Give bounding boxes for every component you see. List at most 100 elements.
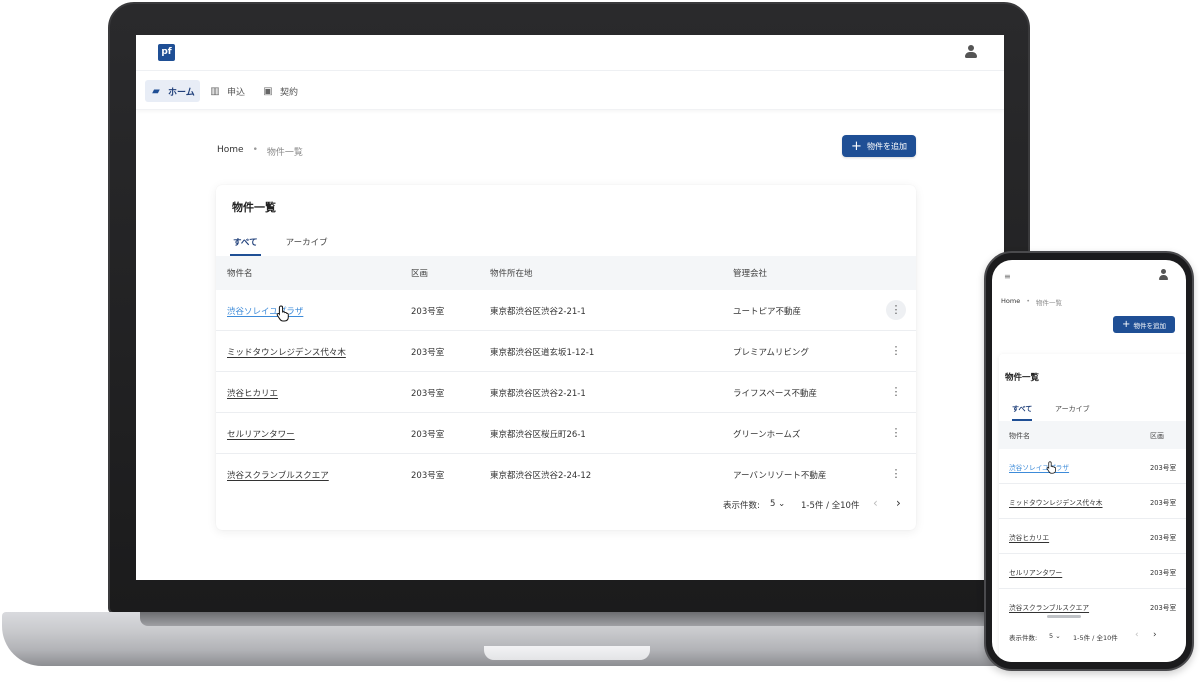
card-title: 物件一覧 — [232, 201, 276, 214]
address-cell: 東京都渋谷区桜丘町26-1 — [490, 430, 586, 440]
tab-all[interactable]: すべて — [230, 236, 261, 256]
plus-icon: + — [851, 138, 862, 154]
table-row[interactable]: ミッドタウンレジデンス代々木 203号室 — [999, 484, 1186, 519]
more-options-icon[interactable]: ⋮ — [886, 300, 906, 320]
address-cell: 東京都渋谷区渋谷2-21-1 — [490, 307, 586, 317]
property-name-link[interactable]: ミッドタウンレジデンス代々木 — [1009, 497, 1103, 507]
unit-cell: 203号室 — [411, 389, 445, 399]
rows-per-page-label: 表示件数: — [723, 501, 760, 511]
company-cell: ユートピア不動産 — [733, 307, 802, 317]
breadcrumb-home[interactable]: Home — [1001, 297, 1020, 307]
property-name-link[interactable]: 渋谷ヒカリエ — [227, 387, 278, 399]
page-range: 1-5件 / 全10件 — [1073, 634, 1118, 642]
menu-icon[interactable]: ≡ — [1004, 272, 1011, 281]
column-header-address[interactable]: 物件所在地 — [490, 267, 533, 279]
add-property-button[interactable]: + 物件を追加 — [1113, 316, 1175, 333]
table-row[interactable]: 渋谷スクランブルスクエア 203号室 — [999, 589, 1186, 624]
table-row[interactable]: 渋谷ヒカリエ 203号室 — [999, 519, 1186, 554]
address-cell: 東京都渋谷区渋谷2-21-1 — [490, 389, 586, 399]
main-nav: ▰ ホーム ▥ 申込 ▣ 契約 — [136, 72, 1004, 110]
next-page-icon[interactable]: › — [1153, 630, 1157, 640]
breadcrumb: Home • 物件一覧 — [1001, 297, 1062, 307]
horizontal-scrollbar[interactable] — [1047, 615, 1081, 618]
column-header-unit[interactable]: 区画 — [411, 267, 428, 279]
property-name-link[interactable]: セルリアンタワー — [227, 428, 295, 440]
nav-item-contract[interactable]: ▣ 契約 — [257, 80, 303, 102]
application-icon: ▥ — [210, 85, 220, 97]
breadcrumb: Home • 物件一覧 — [217, 145, 303, 158]
property-name-link[interactable]: セルリアンタワー — [1009, 567, 1062, 577]
property-name-link[interactable]: 渋谷ヒカリエ — [1009, 532, 1049, 542]
column-header-name[interactable]: 物件名 — [1009, 431, 1030, 441]
nav-label: 申込 — [227, 87, 246, 98]
rows-per-page-label: 表示件数: — [1009, 634, 1038, 642]
home-icon: ▰ — [152, 85, 160, 97]
table-row[interactable]: 渋谷ソレイユプラザ 203号室 東京都渋谷区渋谷2-21-1 ユートピア不動産 … — [216, 290, 916, 331]
table-row[interactable]: セルリアンタワー 203号室 — [999, 554, 1186, 589]
unit-cell: 203号室 — [411, 430, 445, 440]
more-options-icon[interactable]: ⋮ — [886, 464, 906, 484]
chevron-down-icon: ⌄ — [1055, 632, 1061, 640]
breadcrumb-home[interactable]: Home — [217, 145, 244, 158]
property-list-card: 物件一覧 すべて アーカイブ 物件名 区画 物件所在地 管理会社 渋谷ソレイユプ… — [216, 185, 916, 530]
address-cell: 東京都渋谷区渋谷2-24-12 — [490, 471, 592, 481]
table-header: 物件名 区画 — [999, 421, 1186, 449]
previous-page-icon[interactable]: ‹ — [873, 496, 878, 510]
pagination: 表示件数: 5 ⌄ 1-5件 / 全10件 ‹ › — [992, 630, 1186, 644]
property-name-link[interactable]: ミッドタウンレジデンス代々木 — [227, 346, 346, 358]
tab-all[interactable]: すべて — [1012, 404, 1033, 421]
unit-cell: 203号室 — [1150, 569, 1177, 577]
table-row[interactable]: 渋谷スクランブルスクエア 203号室 東京都渋谷区渋谷2-24-12 アーバンリ… — [216, 454, 916, 495]
property-name-link[interactable]: 渋谷スクランブルスクエア — [1009, 602, 1089, 612]
unit-cell: 203号室 — [1150, 604, 1177, 612]
property-name-link[interactable]: 渋谷ソレイユプラザ — [1009, 462, 1069, 472]
hand-pointer-icon — [1046, 461, 1056, 474]
company-cell: プレミアムリビング — [733, 348, 809, 358]
tab-archive[interactable]: アーカイブ — [1055, 404, 1090, 414]
unit-cell: 203号室 — [411, 471, 445, 481]
table-row[interactable]: ミッドタウンレジデンス代々木 203号室 東京都渋谷区道玄坂1-12-1 プレミ… — [216, 331, 916, 372]
app-logo[interactable]: pf — [158, 44, 175, 61]
company-cell: ライフスペース不動産 — [733, 389, 817, 399]
breadcrumb-current: 物件一覧 — [1036, 299, 1063, 307]
unit-cell: 203号室 — [1150, 534, 1177, 542]
nav-label: 契約 — [280, 87, 299, 98]
breadcrumb-separator: • — [1026, 297, 1031, 305]
rows-per-page-select[interactable]: 5 ⌄ — [1049, 632, 1061, 640]
add-property-button[interactable]: + 物件を追加 — [842, 135, 916, 157]
breadcrumb-current: 物件一覧 — [266, 148, 303, 158]
user-icon[interactable] — [964, 44, 978, 60]
table-row[interactable]: セルリアンタワー 203号室 東京都渋谷区桜丘町26-1 グリーンホームズ ⋮ — [216, 413, 916, 454]
column-header-unit[interactable]: 区画 — [1150, 431, 1164, 441]
app-header: pf — [136, 35, 1004, 71]
table-row[interactable]: 渋谷ソレイユプラザ 203号室 — [999, 449, 1186, 484]
unit-cell: 203号室 — [411, 348, 445, 358]
table-row[interactable]: 渋谷ヒカリエ 203号室 東京都渋谷区渋谷2-21-1 ライフスペース不動産 ⋮ — [216, 372, 916, 413]
tab-archive[interactable]: アーカイブ — [283, 236, 342, 256]
pagination: 表示件数: 5 ⌄ 1-5件 / 全10件 ‹ › — [216, 496, 916, 516]
tab-bar: すべて アーカイブ — [230, 236, 342, 256]
next-page-icon[interactable]: › — [896, 496, 901, 510]
laptop-hinge — [140, 612, 1000, 626]
more-options-icon[interactable]: ⋮ — [886, 341, 906, 361]
add-property-label: 物件を追加 — [866, 141, 907, 151]
rows-per-page-value: 5 — [1049, 632, 1054, 640]
previous-page-icon[interactable]: ‹ — [1135, 630, 1139, 640]
user-icon[interactable] — [1158, 269, 1168, 281]
breadcrumb-separator: • — [252, 145, 258, 155]
more-options-icon[interactable]: ⋮ — [886, 382, 906, 402]
company-cell: グリーンホームズ — [733, 430, 801, 440]
column-header-company[interactable]: 管理会社 — [733, 267, 767, 279]
unit-cell: 203号室 — [1150, 499, 1177, 507]
hand-pointer-icon — [276, 305, 289, 322]
table-header: 物件名 区画 物件所在地 管理会社 — [216, 256, 916, 290]
nav-item-home[interactable]: ▰ ホーム — [145, 80, 200, 102]
property-name-link[interactable]: 渋谷ソレイユプラザ — [227, 305, 303, 317]
column-header-name[interactable]: 物件名 — [227, 267, 253, 279]
nav-item-application[interactable]: ▥ 申込 — [204, 80, 250, 102]
property-name-link[interactable]: 渋谷スクランブルスクエア — [227, 469, 329, 481]
more-options-icon[interactable]: ⋮ — [886, 423, 906, 443]
phone-screen: ≡ Home • 物件一覧 + 物件を追加 物件一覧 すべて アーカイブ 物件名… — [992, 260, 1186, 662]
chevron-down-icon: ⌄ — [778, 499, 786, 509]
rows-per-page-select[interactable]: 5 ⌄ — [770, 499, 785, 509]
